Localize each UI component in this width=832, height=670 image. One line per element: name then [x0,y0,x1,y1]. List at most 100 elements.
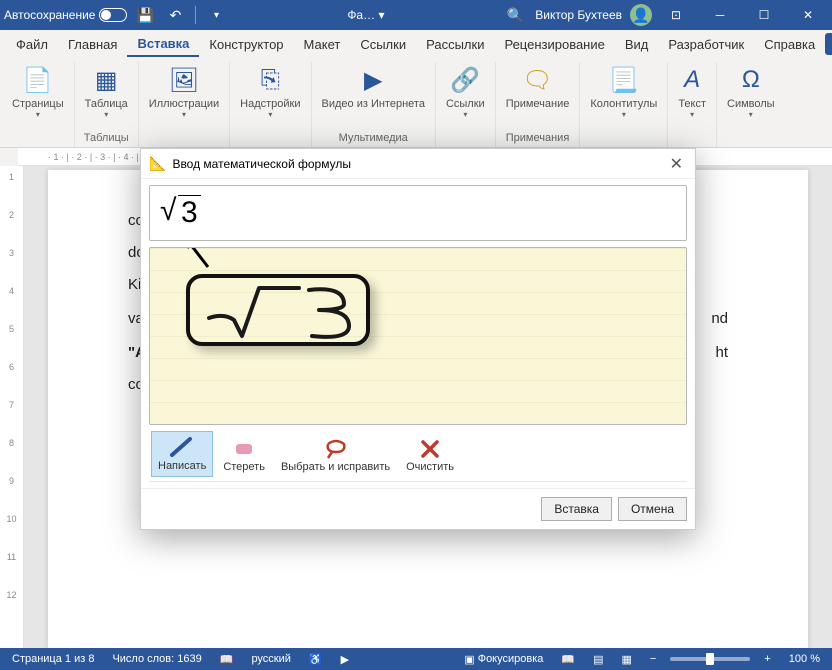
group-media-label: Мультимедиа [339,130,408,147]
tool-clear-button[interactable]: Очистить [400,433,460,477]
header-footer-icon: 📃 [609,64,639,96]
dialog-titlebar: 📐 Ввод математической формулы ✕ [141,149,695,179]
chevron-down-icon: ▾ [749,110,753,119]
user-avatar[interactable]: 👤 [630,4,652,26]
tab-mail[interactable]: Рассылки [416,33,494,56]
illustrations-button[interactable]: 🖼Иллюстрации▾ [143,62,225,121]
share-button[interactable]: ➦Поделиться [825,33,832,55]
group-tables-label: Таблицы [84,130,129,147]
focus-icon: ▣ [464,653,474,666]
table-button[interactable]: ▦Таблица▾ [79,62,134,121]
customize-qat-icon[interactable]: ▾ [204,3,228,27]
ribbon: 📄Страницы▾ ▦Таблица▾ Таблицы 🖼Иллюстраци… [0,58,832,148]
maximize-icon[interactable]: ☐ [744,1,784,29]
title-bar: Автосохранение 💾 ↶ ▾ Фа… ▾ 🔍 Виктор Бухт… [0,0,832,30]
status-macros-icon[interactable]: ▶ [337,653,353,666]
chevron-down-icon: ▾ [463,110,467,119]
chevron-down-icon: ▾ [268,110,272,119]
print-layout-icon[interactable]: ▤ [589,653,607,666]
web-layout-icon[interactable]: ▦ [618,653,636,666]
document-title[interactable]: Фа… ▾ [228,8,503,22]
autosave-toggle[interactable]: Автосохранение [4,8,127,22]
save-icon[interactable]: 💾 [133,3,157,27]
toggle-icon [99,8,127,22]
video-icon: ▶ [364,64,382,96]
ink-canvas[interactable] [149,247,687,425]
text-button[interactable]: AТекст▾ [672,62,712,121]
annotation-arrow-icon [180,247,220,273]
tab-layout[interactable]: Макет [294,33,351,56]
chevron-down-icon: ▾ [36,110,40,119]
addins-button[interactable]: ⎘Надстройки▾ [234,62,306,121]
illustrations-icon: 🖼 [169,64,199,96]
handwritten-formula-icon [204,278,374,348]
status-language[interactable]: русский [247,653,294,665]
tab-file[interactable]: Файл [6,33,58,56]
tab-review[interactable]: Рецензирование [494,33,614,56]
read-mode-icon[interactable]: 📖 [557,653,579,666]
tab-developer[interactable]: Разработчик [658,33,754,56]
zoom-out-button[interactable]: − [646,653,660,665]
tool-select-label: Выбрать и исправить [281,461,390,473]
tool-select-button[interactable]: Выбрать и исправить [275,433,396,477]
tab-design[interactable]: Конструктор [199,33,293,56]
vertical-ruler: 123456789101112 [0,166,24,648]
zoom-in-button[interactable]: + [760,653,774,665]
close-icon[interactable]: ✕ [788,1,828,29]
clear-icon [416,435,444,461]
status-bar: Страница 1 из 8 Число слов: 1639 📖 русск… [0,648,832,670]
headers-button[interactable]: 📃Колонтитулы▾ [584,62,663,121]
comment-icon: 🗨 [522,64,552,96]
tab-home[interactable]: Главная [58,33,127,56]
dialog-close-button[interactable]: ✕ [666,154,687,174]
addins-icon: ⎘ [261,64,280,96]
pen-icon [168,434,196,460]
status-word-count[interactable]: Число слов: 1639 [108,653,205,665]
lasso-icon [322,435,350,461]
focus-mode-button[interactable]: ▣Фокусировка [460,653,547,666]
symbols-icon: Ω [742,64,760,96]
dialog-cancel-button[interactable]: Отмена [618,497,687,521]
tab-references[interactable]: Ссылки [350,33,416,56]
status-accessibility-icon[interactable]: ♿ [305,653,327,666]
links-button[interactable]: 🔗Ссылки▾ [440,62,491,121]
chevron-down-icon: ▾ [622,110,626,119]
math-input-icon: 📐 [149,155,166,172]
link-icon: 🔗 [450,64,480,96]
tool-write-label: Написать [158,460,206,472]
chevron-down-icon: ▾ [104,110,108,119]
zoom-level[interactable]: 100 % [785,653,824,665]
status-spellcheck-icon[interactable]: 📖 [216,653,238,666]
text-icon: A [684,64,700,96]
comment-button[interactable]: 🗨Примечание [500,62,576,112]
tab-help[interactable]: Справка [754,33,825,56]
ink-tools: Написать Стереть Выбрать и исправить Очи… [149,425,687,482]
pages-icon: 📄 [23,64,53,96]
group-comments-label: Примечания [506,130,570,147]
status-page[interactable]: Страница 1 из 8 [8,653,98,665]
symbols-button[interactable]: ΩСимволы▾ [721,62,781,121]
chevron-down-icon: ▾ [182,110,186,119]
tab-insert[interactable]: Вставка [127,32,199,57]
ribbon-display-icon[interactable]: ⊡ [656,1,696,29]
math-input-dialog: 📐 Ввод математической формулы ✕ √ √3 3 [140,148,696,530]
table-icon: ▦ [95,64,118,96]
pages-button[interactable]: 📄Страницы▾ [6,62,70,121]
autosave-label: Автосохранение [4,8,95,22]
dialog-insert-button[interactable]: Вставка [541,497,612,521]
tool-write-button[interactable]: Написать [151,431,213,477]
zoom-slider[interactable] [670,657,750,661]
dialog-title: Ввод математической формулы [172,157,351,171]
online-video-button[interactable]: ▶Видео из Интернета [316,62,431,112]
tool-erase-label: Стереть [223,461,265,473]
chevron-down-icon: ▾ [690,110,694,119]
minimize-icon[interactable]: ─ [700,1,740,29]
tab-view[interactable]: Вид [615,33,659,56]
tool-erase-button[interactable]: Стереть [217,433,271,477]
search-icon[interactable]: 🔍 [503,3,527,27]
tool-clear-label: Очистить [406,461,454,473]
eraser-icon [230,435,258,461]
undo-icon[interactable]: ↶ [163,3,187,27]
user-name: Виктор Бухтеев [535,8,622,22]
formula-preview: √ √3 3 [149,185,687,241]
